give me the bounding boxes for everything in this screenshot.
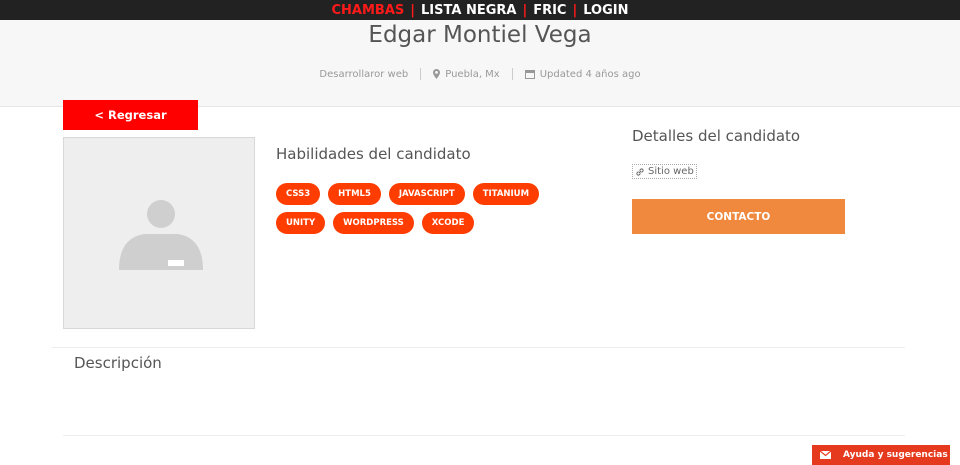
nav-link-login[interactable]: LOGIN <box>583 3 628 18</box>
candidate-role: Desarrollaror web <box>319 68 409 80</box>
nav-link-lista-negra[interactable]: LISTA NEGRA <box>421 3 516 18</box>
updated-text: Updated 4 años ago <box>539 68 641 80</box>
details-title: Detalles del candidato <box>632 127 801 145</box>
skill-chip-css3[interactable]: CSS3 <box>276 183 321 205</box>
help-feedback-button[interactable]: Ayuda y sugerencias <box>812 445 950 465</box>
candidate-location: Puebla, Mx <box>445 68 500 80</box>
description-title: Descripción <box>74 354 162 372</box>
nav-separator: | <box>410 2 416 18</box>
calendar-icon <box>524 69 535 79</box>
website-link-label: Sitio web <box>648 166 694 177</box>
nav-link-fric[interactable]: FRIC <box>533 3 566 18</box>
skill-chip-html5[interactable]: HTML5 <box>328 183 381 205</box>
top-navigation: CHAMBAS | LISTA NEGRA | FRIC | LOGIN <box>0 0 960 20</box>
envelope-icon <box>820 451 831 459</box>
meta-divider <box>420 68 422 80</box>
candidate-name: Edgar Montiel Vega <box>368 22 592 48</box>
help-button-label: Ayuda y sugerencias <box>843 450 948 460</box>
skill-chip-javascript[interactable]: JAVASCRIPT <box>388 183 465 205</box>
back-button[interactable]: < Regresar <box>63 100 198 130</box>
section-divider <box>63 435 905 436</box>
skill-chip-unity[interactable]: UNITY <box>276 212 326 234</box>
contact-button[interactable]: CONTACTO <box>632 199 845 234</box>
profile-header: Edgar Montiel Vega Desarrollaror web Pue… <box>0 20 960 107</box>
avatar <box>63 137 255 329</box>
skill-chip-xcode[interactable]: XCODE <box>421 212 475 234</box>
skill-chip-wordpress[interactable]: WORDPRESS <box>333 212 414 234</box>
meta-divider <box>511 68 513 80</box>
nav-link-chambas[interactable]: CHAMBAS <box>332 3 405 18</box>
section-divider <box>52 347 905 348</box>
profile-meta: Desarrollaror web Puebla, Mx Updated 4 a… <box>0 68 960 80</box>
skills-list: CSS3 HTML5 JAVASCRIPT TITANIUM UNITY WOR… <box>276 183 576 241</box>
user-placeholder-icon <box>119 200 203 270</box>
skills-title: Habilidades del candidato <box>276 145 471 163</box>
website-link[interactable]: Sitio web <box>632 164 697 179</box>
nav-separator: | <box>572 2 578 18</box>
link-icon <box>635 167 645 177</box>
map-pin-icon <box>433 69 441 79</box>
skill-chip-titanium[interactable]: TITANIUM <box>472 183 540 205</box>
nav-separator: | <box>522 2 528 18</box>
